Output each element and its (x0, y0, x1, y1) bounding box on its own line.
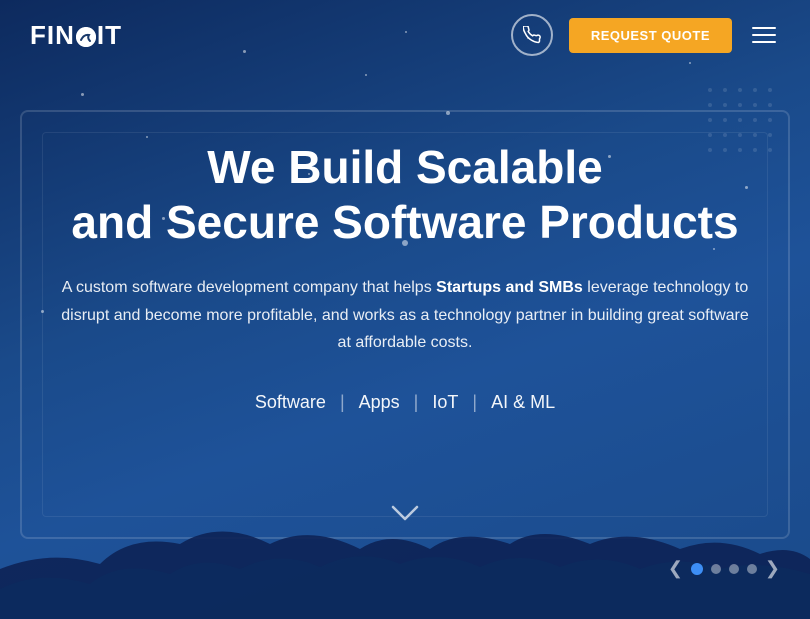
tag-divider-1: | (340, 392, 345, 413)
tag-apps: Apps (359, 392, 400, 413)
hero-subtitle-bold: Startups and SMBs (436, 279, 583, 296)
hero-content: We Build Scalable and Secure Software Pr… (0, 140, 810, 413)
hamburger-line (752, 27, 776, 29)
tag-ai-ml: AI & ML (491, 392, 555, 413)
tag-divider-2: | (414, 392, 419, 413)
logo: FIN IT (30, 20, 122, 51)
hamburger-menu-button[interactable] (748, 23, 780, 47)
carousel-next-arrow[interactable]: ❯ (765, 558, 780, 579)
hamburger-line (752, 34, 776, 36)
tag-iot: IoT (432, 392, 458, 413)
carousel-dot-2[interactable] (711, 564, 721, 574)
hero-title: We Build Scalable and Secure Software Pr… (60, 140, 750, 250)
tag-divider-3: | (472, 392, 477, 413)
tag-software: Software (255, 392, 326, 413)
request-quote-button[interactable]: REQUEST QUOTE (569, 18, 732, 53)
carousel-dot-1[interactable] (691, 563, 703, 575)
carousel-prev-arrow[interactable]: ❮ (668, 558, 683, 579)
carousel-dot-4[interactable] (747, 564, 757, 574)
header-actions: REQUEST QUOTE (511, 14, 780, 56)
carousel-dot-3[interactable] (729, 564, 739, 574)
hero-tags: Software | Apps | IoT | AI & ML (60, 392, 750, 413)
carousel-controls: ❮ ❯ (668, 558, 780, 579)
hero-subtitle: A custom software development company th… (60, 274, 750, 356)
logo-text: FIN IT (30, 20, 122, 51)
hero-title-line1: We Build Scalable (207, 141, 602, 193)
hamburger-line (752, 41, 776, 43)
phone-button[interactable] (511, 14, 553, 56)
top-dot-decoration (402, 240, 408, 246)
hero-subtitle-prefix: A custom software development company th… (62, 279, 436, 296)
scroll-down-button[interactable] (390, 503, 420, 529)
header: FIN IT REQUEST QUOTE (0, 0, 810, 70)
